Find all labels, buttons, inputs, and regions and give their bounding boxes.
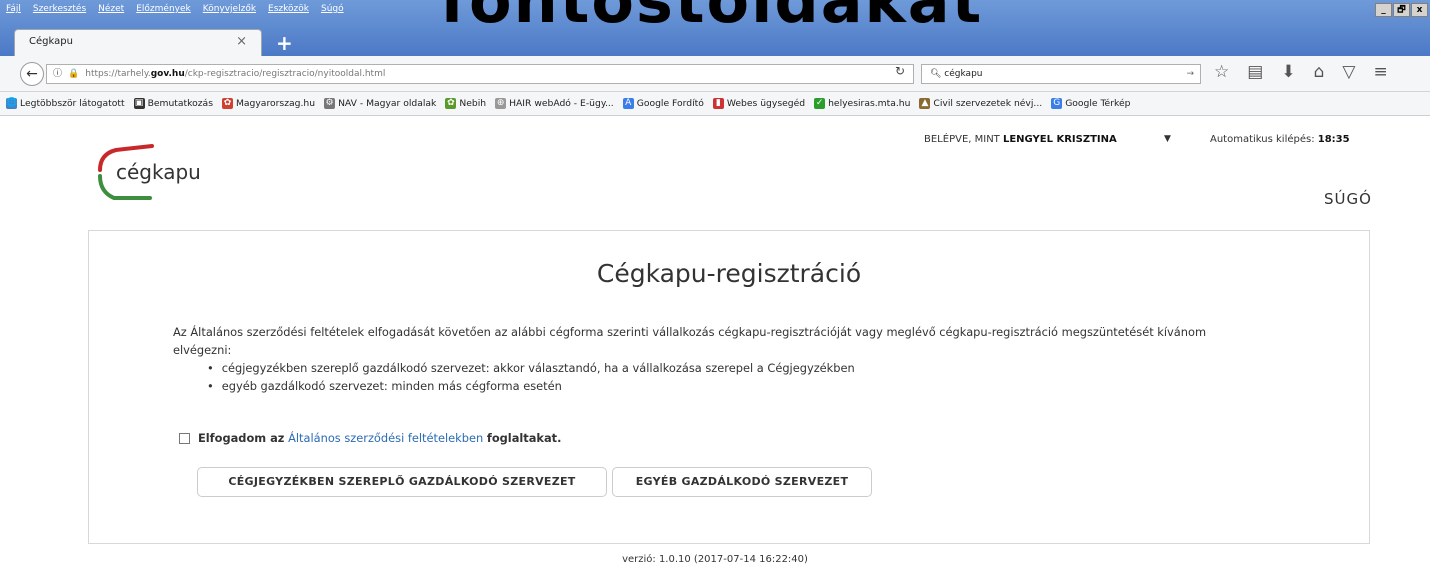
browser-window: Fájl Szerkesztés Nézet Előzmények Könyvj… <box>0 0 1430 566</box>
restore-button[interactable]: 🗗 <box>1393 3 1410 17</box>
bookmark-item[interactable]: ⚙ NAV - Magyar oldalak <box>324 98 436 109</box>
pocket-icon[interactable]: ▽ <box>1342 62 1355 82</box>
bookmark-label: Google Fordító <box>636 98 704 109</box>
nav-bar: ← ⓘ 🔒 https://tarhely.gov.hu/ckp-regisztra… <box>0 56 1430 92</box>
url-path: /ckp-regisztracio/regisztracio/nyitoolda… <box>184 69 386 79</box>
menu-tools[interactable]: Eszközök <box>268 1 309 17</box>
menu-help[interactable]: Súgó <box>321 1 344 17</box>
intro-text: Az Általános szerződési feltételek elfog… <box>173 325 1207 357</box>
bookmark-item[interactable]: ▲ Civil szervezetek névj... <box>919 98 1042 109</box>
url-prefix: https://tarhely. <box>85 69 151 79</box>
star-icon[interactable]: ☆ <box>1214 62 1229 82</box>
bookmark-label: Civil szervezetek névj... <box>933 98 1043 109</box>
auto-logout-label: Automatikus kilépés: <box>1210 134 1318 145</box>
bookmark-icon: ✿ <box>221 98 233 109</box>
user-menu-caret-icon[interactable]: ▼ <box>1164 134 1171 144</box>
bookmark-icon: 🌐 <box>6 98 18 109</box>
lock-icon: 🔒 <box>68 69 80 79</box>
window-controls: _ 🗗 x <box>1375 3 1428 17</box>
bookmark-label: Nebih <box>459 98 487 109</box>
logo-text: cégkapu <box>116 160 201 184</box>
menu-view[interactable]: Nézet <box>98 1 124 17</box>
download-icon[interactable]: ⬇ <box>1281 62 1295 82</box>
tab-label: Cégkapu <box>29 36 73 47</box>
bookmark-icon: G <box>1051 98 1063 109</box>
menu-bookmarks[interactable]: Könyvjelzők <box>203 1 256 17</box>
page-title: Cégkapu-regisztráció <box>596 259 862 288</box>
bookmark-label: Magyarorszag.hu <box>235 98 316 109</box>
search-value: cégkapu <box>944 69 983 79</box>
new-tab-icon[interactable]: + <box>276 31 293 55</box>
accept-terms-row: Elfogadom az Általános szerződési feltét… <box>179 431 561 445</box>
bookmark-item[interactable]: G Google Térkép <box>1051 98 1130 109</box>
bookmark-label: Bemutatkozás <box>147 98 213 109</box>
auto-logout-time: 18:35 <box>1317 134 1350 145</box>
registration-card: Cégkapu-regisztráció Az Általános szerző… <box>88 230 1370 544</box>
bookmark-icon: ✓ <box>814 98 826 109</box>
option-list: cégjegyzékben szereplő gazdálkodó szerve… <box>207 359 855 395</box>
close-window-button[interactable]: x <box>1411 3 1428 17</box>
version-text: verzió: 1.0.10 (2017-07-14 16:22:40) <box>622 554 808 565</box>
address-bar[interactable]: ⓘ 🔒 https://tarhely.gov.hu/ckp-regisztraci… <box>46 64 914 84</box>
toolbar-icons: ☆ ▤ ⬇ ⌂ ▽ ≡ <box>1214 62 1388 82</box>
menu-icon[interactable]: ≡ <box>1373 62 1387 82</box>
library-icon[interactable]: ▤ <box>1247 62 1263 82</box>
bookmark-label: helyesiras.mta.hu <box>828 98 911 109</box>
search-input[interactable]: 🔍︎ cégkapu → <box>921 64 1201 84</box>
url-domain: gov.hu <box>150 69 185 79</box>
bookmark-icon: ✿ <box>445 98 457 109</box>
help-link[interactable]: SÚGÓ <box>1324 190 1372 208</box>
bookmark-item[interactable]: ✿ Magyarorszag.hu <box>221 98 316 109</box>
menu-edit[interactable]: Szerkesztés <box>33 1 86 17</box>
menu-bar: Fájl Szerkesztés Nézet Előzmények Könyvj… <box>6 1 344 17</box>
bookmark-icon: A <box>622 98 634 109</box>
accept-pre: Elfogadom az <box>198 431 285 445</box>
accept-post: foglaltakat. <box>486 431 562 445</box>
overlay-caption: fontostoldakat <box>440 0 984 37</box>
bookmark-label: NAV - Magyar oldalak <box>338 98 437 109</box>
search-icon: 🔍︎ <box>930 69 945 79</box>
bookmark-item[interactable]: ✿ Nebih <box>445 98 486 109</box>
bookmark-icon: ⊕ <box>495 98 507 109</box>
accept-terms-checkbox[interactable] <box>179 432 190 444</box>
other-company-button[interactable]: EGYÉB GAZDÁLKODÓ SZERVEZET <box>612 467 872 497</box>
option-description-other: egyéb gazdálkodó szervezet: minden más c… <box>207 377 855 395</box>
bookmark-icon: ▣ <box>133 98 145 109</box>
tab-close-icon[interactable]: × <box>236 34 247 49</box>
bookmark-label: Google Térkép <box>1065 98 1131 109</box>
bookmark-icon: ▲ <box>919 98 931 109</box>
bookmark-item[interactable]: A Google Fordító <box>622 98 704 109</box>
terms-link[interactable]: Általános szerződési feltételekben <box>288 431 483 445</box>
bookmark-icon: ⚙ <box>324 98 336 109</box>
bookmark-label: Webes ügysegéd <box>726 98 806 109</box>
bookmark-item[interactable]: ▣ Bemutatkozás <box>133 98 213 109</box>
bookmark-item[interactable]: ⊕ HAIR webAdó - E-ügy... <box>495 98 614 109</box>
bookmark-item[interactable]: ▮ Webes ügysegéd <box>712 98 806 109</box>
back-arrow-icon[interactable]: ← <box>20 62 44 86</box>
user-name[interactable]: LENGYEL KRISZTINA <box>1003 134 1117 145</box>
bookmark-label: Legtöbbször látogatott <box>20 98 125 109</box>
logged-in-prefix: BELÉPVE, MINT <box>924 134 1003 145</box>
menu-file[interactable]: Fájl <box>6 1 21 17</box>
registered-company-button[interactable]: CÉGJEGYZÉKBEN SZEREPLŐ GAZDÁLKODÓ SZERVE… <box>197 467 607 497</box>
home-icon[interactable]: ⌂ <box>1314 62 1325 82</box>
minimize-button[interactable]: _ <box>1375 3 1392 17</box>
tab-cegkapu[interactable]: Cégkapu × <box>14 29 262 56</box>
logged-in-user: BELÉPVE, MINT LENGYEL KRISZTINA <box>924 134 1117 145</box>
info-icon[interactable]: ⓘ <box>53 69 62 79</box>
option-description-registered: cégjegyzékben szereplő gazdálkodó szerve… <box>207 359 855 377</box>
menu-history[interactable]: Előzmények <box>136 1 191 17</box>
bookmark-item[interactable]: 🌐 Legtöbbször látogatott <box>6 98 125 109</box>
search-go-icon[interactable]: → <box>1186 65 1194 83</box>
bookmark-item[interactable]: ✓ helyesiras.mta.hu <box>814 98 910 109</box>
bookmarks-bar: 🌐 Legtöbbször látogatott ▣ Bemutatkozás ✿ Mag… <box>0 92 1430 116</box>
reload-icon[interactable]: ↻ <box>895 64 905 78</box>
bookmark-label: HAIR webAdó - E-ügy... <box>509 98 614 109</box>
bookmark-icon: ▮ <box>712 98 724 109</box>
auto-logout: Automatikus kilépés: 18:35 <box>1210 134 1350 145</box>
